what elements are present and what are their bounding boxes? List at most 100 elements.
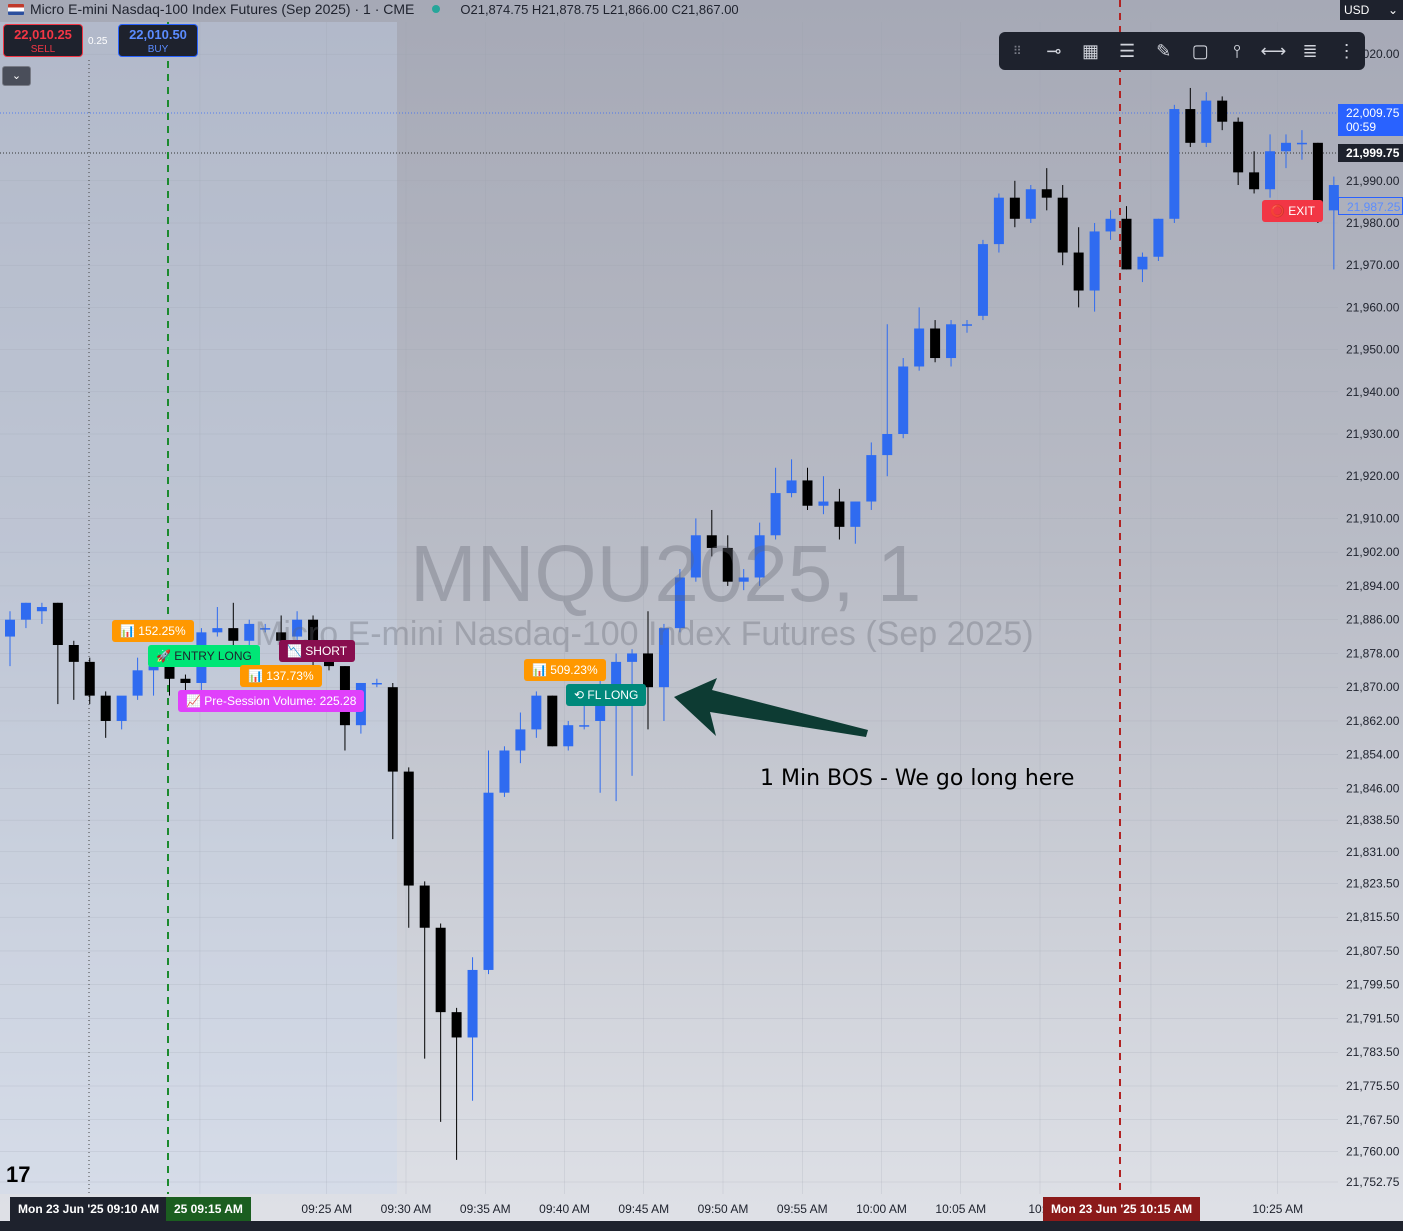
buy-button[interactable]: 22,010.50 BUY xyxy=(118,24,198,57)
candle-body xyxy=(1233,121,1244,173)
grid-icon[interactable]: ▦ xyxy=(1075,41,1105,62)
spread-value: 0.25 xyxy=(88,36,108,47)
candle-body xyxy=(866,455,877,502)
volume-label-1: 📊 152.25% xyxy=(112,620,194,642)
y-tick-label: 21,990.00 xyxy=(1346,174,1400,188)
ask-price: 22,009.75 xyxy=(1346,106,1400,120)
candle-body xyxy=(1201,100,1212,143)
candle-body xyxy=(531,695,542,730)
candle-body xyxy=(5,619,15,637)
y-tick-label: 21,878.00 xyxy=(1346,646,1400,660)
x-tick-label: 09:30 AM xyxy=(381,1202,432,1216)
sell-button[interactable]: 22,010.25 SELL xyxy=(3,24,83,57)
sell-price: 22,010.25 xyxy=(14,27,72,42)
candle-body xyxy=(1265,151,1276,190)
line-tool-icon[interactable]: ⊸ xyxy=(1039,41,1069,62)
x-tick-label: 10:05 AM xyxy=(935,1202,986,1216)
exit-label: ⭕ EXIT xyxy=(1262,200,1323,222)
candle-body xyxy=(132,670,143,696)
y-tick-label: 21,894.00 xyxy=(1346,579,1400,593)
horizontal-line-icon[interactable]: ⟷ xyxy=(1258,41,1288,62)
candle-body xyxy=(802,480,813,506)
rectangle-icon[interactable]: ▢ xyxy=(1185,41,1215,62)
candle-body xyxy=(1009,197,1020,219)
y-tick-label: 21,854.00 xyxy=(1346,748,1400,762)
drawing-toolbar[interactable]: ⠿ ⊸ ▦ ☰ ✎ ▢ ⫯ ⟷ ≣ ⋮ xyxy=(999,32,1365,70)
y-tick-label: 21,760.00 xyxy=(1346,1144,1400,1158)
candle-body xyxy=(1073,252,1084,291)
candle-body xyxy=(962,324,972,326)
lines-icon[interactable]: ☰ xyxy=(1112,41,1142,62)
buy-label: BUY xyxy=(147,44,169,55)
candle-body xyxy=(100,695,111,721)
y-tick-label: 21,846.00 xyxy=(1346,781,1400,795)
candle-body xyxy=(244,623,255,641)
volume-label-2: 📊 137.73% xyxy=(240,665,322,687)
candle-body xyxy=(1025,189,1036,219)
currency-label: USD xyxy=(1344,3,1370,17)
x-tick-label: 10:25 AM xyxy=(1252,1202,1303,1216)
y-tick-label: 21,940.00 xyxy=(1346,385,1400,399)
menu-lines-icon[interactable]: ⋮ xyxy=(1332,41,1362,62)
crosshair-price-tag: 21,999.75 xyxy=(1338,144,1403,162)
candle-body xyxy=(116,695,127,721)
y-tick-label: 21,791.50 xyxy=(1346,1011,1400,1025)
candle-body xyxy=(882,434,893,456)
y-tick-label: 21,752.75 xyxy=(1346,1175,1400,1189)
x-tick-label: 09:50 AM xyxy=(698,1202,749,1216)
candle-body xyxy=(1281,142,1291,152)
volume-label-3: 📊 509.23% xyxy=(524,659,606,681)
candle-body xyxy=(515,729,526,751)
candle-body xyxy=(212,628,223,633)
candle-body xyxy=(1169,109,1180,219)
candle-body xyxy=(180,678,191,683)
symbol-header[interactable]: Micro E-mini Nasdaq-100 Index Futures (S… xyxy=(8,0,739,18)
annotation-text: 1 Min BOS - We go long here xyxy=(760,766,1075,791)
brush-icon[interactable]: ✎ xyxy=(1149,41,1179,62)
buy-price: 22,010.50 xyxy=(129,27,187,42)
candle-body xyxy=(20,602,31,620)
tradingview-logo: 17 xyxy=(6,1162,31,1187)
candle-body xyxy=(1105,218,1116,232)
symbol-title[interactable]: Micro E-mini Nasdaq-100 Index Futures (S… xyxy=(30,1,414,17)
candle-body xyxy=(467,969,478,1038)
settings-lines-icon[interactable]: ≣ xyxy=(1295,41,1325,62)
short-label: 📉 SHORT xyxy=(279,640,356,662)
x-tick-label: 10:00 AM xyxy=(856,1202,907,1216)
y-tick-label: 21,799.50 xyxy=(1346,978,1400,992)
candle-body xyxy=(1089,231,1100,291)
chevron-down-icon: ⌄ xyxy=(1387,3,1398,17)
y-tick-label: 21,862.00 xyxy=(1346,714,1400,728)
x-tick-label: 09:35 AM xyxy=(460,1202,511,1216)
candle-body xyxy=(850,501,861,527)
bar-countdown: 00:59 xyxy=(1346,120,1377,134)
candle-body xyxy=(1217,100,1228,122)
fl-long-label: ⟲ FL LONG xyxy=(566,684,647,706)
candle-body xyxy=(786,480,797,494)
candle-body xyxy=(898,366,909,435)
drag-handle-icon[interactable]: ⠿ xyxy=(1002,44,1032,58)
y-tick-label: 21,870.00 xyxy=(1346,680,1400,694)
currency-selector[interactable]: USD ⌄ xyxy=(1340,0,1403,20)
y-tick-label: 21,815.50 xyxy=(1346,910,1400,924)
y-tick-label: 21,970.00 xyxy=(1346,258,1400,272)
candle-body xyxy=(643,653,653,688)
session-start-time-tag: 25 09:15 AM xyxy=(166,1197,251,1221)
candle-body xyxy=(371,682,382,685)
collapse-button[interactable]: ⌄ xyxy=(2,66,31,86)
y-tick-label: 21,823.50 xyxy=(1346,876,1400,890)
y-tick-label: 21,930.00 xyxy=(1346,427,1400,441)
candle-body xyxy=(36,607,47,612)
y-tick-label: 21,838.50 xyxy=(1346,813,1400,827)
candle-body xyxy=(547,695,558,747)
candle-body xyxy=(818,501,829,506)
y-tick-label: 21,775.50 xyxy=(1346,1079,1400,1093)
candle-body xyxy=(993,197,1004,245)
vertical-line-icon[interactable]: ⫯ xyxy=(1222,41,1252,62)
candle-body xyxy=(451,1012,462,1038)
x-tick-label: 09:55 AM xyxy=(777,1202,828,1216)
candle-body xyxy=(68,645,79,662)
ohlc-values: O21,874.75 H21,878.75 L21,866.00 C21,867… xyxy=(460,1,739,17)
candle-body xyxy=(228,628,239,641)
chevron-down-icon: ⌄ xyxy=(11,70,22,82)
